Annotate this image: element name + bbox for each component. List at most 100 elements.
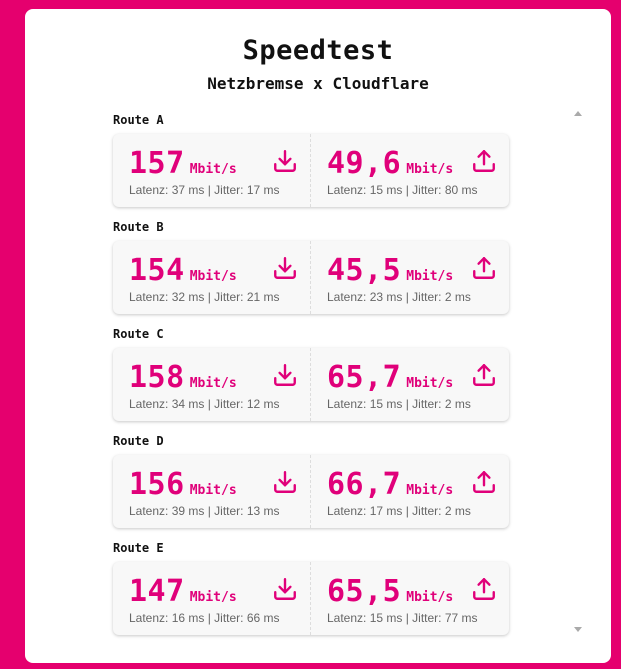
- download-latency-jitter: Latenz: 32 ms | Jitter: 21 ms: [129, 290, 280, 304]
- download-speed: 154 Mbit/s: [129, 253, 237, 288]
- upload-latency-jitter: Latenz: 15 ms | Jitter: 77 ms: [327, 611, 478, 625]
- upload-latency-jitter: Latenz: 15 ms | Jitter: 2 ms: [327, 397, 471, 411]
- download-speed: 157 Mbit/s: [129, 146, 237, 181]
- upload-speed: 45,5 Mbit/s: [327, 253, 453, 288]
- download-result: 156 Mbit/s Latenz: 39 ms | Jitter: 13 ms: [113, 455, 311, 528]
- download-latency-jitter: Latenz: 34 ms | Jitter: 12 ms: [129, 397, 280, 411]
- upload-value: 45,5: [327, 253, 402, 288]
- upload-speed: 66,7 Mbit/s: [327, 467, 453, 502]
- upload-icon: [473, 257, 495, 279]
- route-section: Route E 147 Mbit/s Latenz: 16 ms | Jitte…: [113, 537, 509, 644]
- upload-unit: Mbit/s: [406, 483, 454, 498]
- upload-latency-jitter: Latenz: 15 ms | Jitter: 80 ms: [327, 183, 478, 197]
- upload-jitter: 2 ms: [444, 504, 471, 518]
- upload-result: 49,6 Mbit/s Latenz: 15 ms | Jitter: 80 m…: [311, 134, 509, 207]
- upload-latency: 15 ms: [369, 611, 403, 625]
- download-speed: 156 Mbit/s: [129, 467, 237, 502]
- page-subtitle: Netzbremse x Cloudflare: [207, 74, 429, 93]
- download-latency-jitter: Latenz: 39 ms | Jitter: 13 ms: [129, 504, 280, 518]
- route-section: Route A 157 Mbit/s Latenz: 37 ms | Jitte…: [113, 109, 509, 216]
- upload-latency: 17 ms: [369, 504, 403, 518]
- download-result: 154 Mbit/s Latenz: 32 ms | Jitter: 21 ms: [113, 241, 311, 314]
- scroll-down-arrow-icon[interactable]: [574, 627, 582, 632]
- download-unit: Mbit/s: [189, 483, 237, 498]
- download-result: 157 Mbit/s Latenz: 37 ms | Jitter: 17 ms: [113, 134, 311, 207]
- upload-speed: 65,5 Mbit/s: [327, 574, 453, 609]
- page-title: Speedtest: [242, 35, 394, 66]
- download-jitter: 13 ms: [246, 504, 280, 518]
- route-label: Route C: [113, 327, 164, 341]
- download-icon: [274, 578, 296, 600]
- upload-unit: Mbit/s: [406, 590, 454, 605]
- upload-icon: [473, 578, 495, 600]
- download-unit: Mbit/s: [189, 590, 237, 605]
- route-result-box: 154 Mbit/s Latenz: 32 ms | Jitter: 21 ms…: [113, 241, 509, 314]
- route-result-box: 158 Mbit/s Latenz: 34 ms | Jitter: 12 ms…: [113, 348, 509, 421]
- upload-unit: Mbit/s: [406, 269, 454, 284]
- download-jitter: 21 ms: [246, 290, 280, 304]
- route-result-box: 157 Mbit/s Latenz: 37 ms | Jitter: 17 ms…: [113, 134, 509, 207]
- upload-result: 65,5 Mbit/s Latenz: 15 ms | Jitter: 77 m…: [311, 562, 509, 635]
- download-latency: 37 ms: [171, 183, 205, 197]
- upload-speed: 65,7 Mbit/s: [327, 360, 453, 395]
- upload-latency-jitter: Latenz: 17 ms | Jitter: 2 ms: [327, 504, 471, 518]
- download-icon: [274, 471, 296, 493]
- download-latency: 34 ms: [171, 397, 205, 411]
- upload-result: 66,7 Mbit/s Latenz: 17 ms | Jitter: 2 ms: [311, 455, 509, 528]
- download-unit: Mbit/s: [189, 162, 237, 177]
- download-value: 154: [129, 253, 185, 288]
- download-latency: 16 ms: [171, 611, 205, 625]
- route-section: Route D 156 Mbit/s Latenz: 39 ms | Jitte…: [113, 430, 509, 537]
- route-label: Route E: [113, 541, 164, 555]
- route-label: Route D: [113, 434, 164, 448]
- upload-result: 45,5 Mbit/s Latenz: 23 ms | Jitter: 2 ms: [311, 241, 509, 314]
- download-icon: [274, 364, 296, 386]
- download-latency-jitter: Latenz: 37 ms | Jitter: 17 ms: [129, 183, 280, 197]
- route-result-box: 156 Mbit/s Latenz: 39 ms | Jitter: 13 ms…: [113, 455, 509, 528]
- upload-speed: 49,6 Mbit/s: [327, 146, 453, 181]
- route-section: Route C 158 Mbit/s Latenz: 34 ms | Jitte…: [113, 323, 509, 430]
- download-result: 147 Mbit/s Latenz: 16 ms | Jitter: 66 ms: [113, 562, 311, 635]
- scroll-up-arrow-icon[interactable]: [574, 111, 582, 116]
- upload-icon: [473, 364, 495, 386]
- download-value: 158: [129, 360, 185, 395]
- route-section: Route B 154 Mbit/s Latenz: 32 ms | Jitte…: [113, 216, 509, 323]
- upload-value: 49,6: [327, 146, 402, 181]
- upload-latency: 23 ms: [369, 290, 403, 304]
- upload-latency-jitter: Latenz: 23 ms | Jitter: 2 ms: [327, 290, 471, 304]
- upload-value: 65,5: [327, 574, 402, 609]
- upload-value: 65,7: [327, 360, 402, 395]
- speedtest-card: Speedtest Netzbremse x Cloudflare Route …: [25, 9, 611, 663]
- upload-jitter: 77 ms: [444, 611, 478, 625]
- route-label: Route A: [113, 113, 164, 127]
- upload-latency: 15 ms: [369, 183, 403, 197]
- upload-value: 66,7: [327, 467, 402, 502]
- download-latency: 32 ms: [171, 290, 205, 304]
- routes-list[interactable]: Route A 157 Mbit/s Latenz: 37 ms | Jitte…: [113, 109, 509, 644]
- download-latency: 39 ms: [171, 504, 205, 518]
- download-speed: 158 Mbit/s: [129, 360, 237, 395]
- route-result-box: 147 Mbit/s Latenz: 16 ms | Jitter: 66 ms…: [113, 562, 509, 635]
- upload-jitter: 2 ms: [444, 397, 471, 411]
- upload-latency: 15 ms: [369, 397, 403, 411]
- route-label: Route B: [113, 220, 164, 234]
- upload-unit: Mbit/s: [406, 376, 454, 391]
- upload-icon: [473, 471, 495, 493]
- download-unit: Mbit/s: [189, 376, 237, 391]
- download-latency-jitter: Latenz: 16 ms | Jitter: 66 ms: [129, 611, 280, 625]
- download-icon: [274, 150, 296, 172]
- download-unit: Mbit/s: [189, 269, 237, 284]
- download-jitter: 17 ms: [246, 183, 280, 197]
- download-jitter: 12 ms: [246, 397, 280, 411]
- upload-jitter: 80 ms: [444, 183, 478, 197]
- upload-icon: [473, 150, 495, 172]
- download-speed: 147 Mbit/s: [129, 574, 237, 609]
- upload-jitter: 2 ms: [444, 290, 471, 304]
- download-icon: [274, 257, 296, 279]
- download-value: 157: [129, 146, 185, 181]
- download-value: 156: [129, 467, 185, 502]
- upload-result: 65,7 Mbit/s Latenz: 15 ms | Jitter: 2 ms: [311, 348, 509, 421]
- download-jitter: 66 ms: [246, 611, 280, 625]
- download-value: 147: [129, 574, 185, 609]
- download-result: 158 Mbit/s Latenz: 34 ms | Jitter: 12 ms: [113, 348, 311, 421]
